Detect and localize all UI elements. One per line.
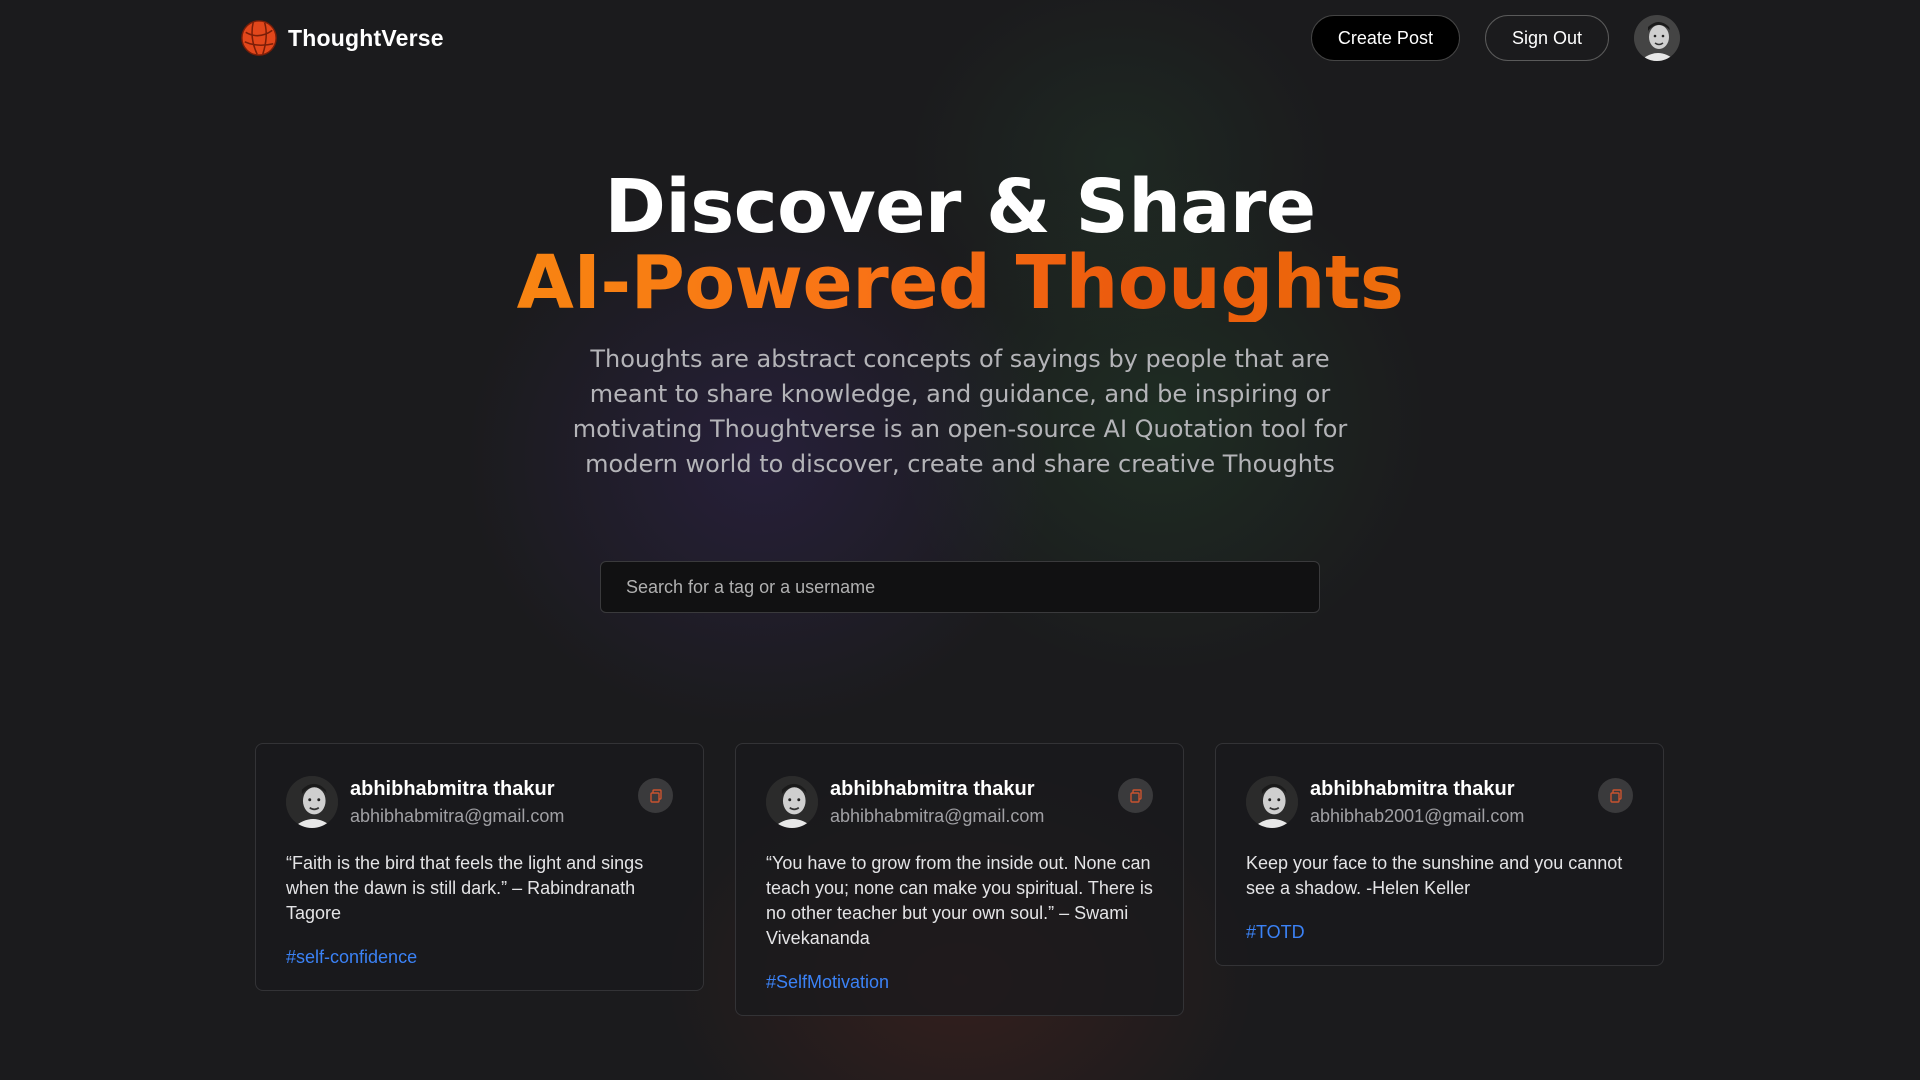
author-email: abhibhabmitra@gmail.com bbox=[350, 806, 565, 826]
hero: Discover & Share AI-Powered Thoughts Tho… bbox=[0, 170, 1920, 482]
author-info[interactable]: abhibhabmitra thakur abhibhabmitra@gmail… bbox=[350, 776, 638, 829]
user-photo-icon bbox=[1634, 15, 1680, 61]
author-avatar[interactable] bbox=[1246, 776, 1298, 828]
post-tag[interactable]: #self-confidence bbox=[286, 947, 417, 968]
brand-name: ThoughtVerse bbox=[288, 24, 444, 51]
post-card-header: abhibhabmitra thakur abhibhabmitra@gmail… bbox=[766, 776, 1153, 829]
post-card-header: abhibhabmitra thakur abhibhab2001@gmail.… bbox=[1246, 776, 1633, 829]
author-name: abhibhabmitra thakur bbox=[830, 778, 1035, 800]
sign-out-button[interactable]: Sign Out bbox=[1484, 15, 1609, 61]
author-info[interactable]: abhibhabmitra thakur abhibhab2001@gmail.… bbox=[1310, 776, 1598, 829]
copy-button[interactable] bbox=[1118, 778, 1153, 813]
author-avatar[interactable] bbox=[766, 776, 818, 828]
search-input[interactable] bbox=[600, 561, 1320, 613]
create-post-button[interactable]: Create Post bbox=[1310, 15, 1460, 61]
hero-title: Discover & Share bbox=[604, 164, 1316, 250]
post-card: abhibhabmitra thakur abhibhabmitra@gmail… bbox=[735, 743, 1184, 1016]
author-info[interactable]: abhibhabmitra thakur abhibhabmitra@gmail… bbox=[830, 776, 1118, 829]
author-name: abhibhabmitra thakur bbox=[1310, 778, 1515, 800]
globe-logo-icon bbox=[241, 20, 277, 56]
post-text: Keep your face to the sunshine and you c… bbox=[1246, 853, 1623, 898]
author-email: abhibhabmitra@gmail.com bbox=[830, 806, 1045, 826]
post-card-header: abhibhabmitra thakur abhibhabmitra@gmail… bbox=[286, 776, 673, 829]
post-text: “Faith is the bird that feels the light … bbox=[286, 853, 644, 923]
post-feed: abhibhabmitra thakur abhibhabmitra@gmail… bbox=[255, 743, 1665, 1016]
copy-icon bbox=[649, 788, 662, 803]
search-form bbox=[600, 561, 1320, 613]
user-photo-icon bbox=[766, 776, 818, 828]
hero-title-highlight: AI-Powered Thoughts bbox=[0, 244, 1920, 322]
post-card: abhibhabmitra thakur abhibhabmitra@gmail… bbox=[255, 743, 704, 991]
user-photo-icon bbox=[1246, 776, 1298, 828]
author-email: abhibhab2001@gmail.com bbox=[1310, 806, 1525, 826]
author-avatar[interactable] bbox=[286, 776, 338, 828]
user-photo-icon bbox=[286, 776, 338, 828]
brand[interactable]: ThoughtVerse bbox=[240, 19, 444, 57]
copy-icon bbox=[1129, 788, 1142, 803]
hero-description: Thoughts are abstract concepts of saying… bbox=[572, 345, 1348, 478]
copy-button[interactable] bbox=[1598, 778, 1633, 813]
post-text: “You have to grow from the inside out. N… bbox=[766, 853, 1153, 948]
top-nav: ThoughtVerse Create Post Sign Out bbox=[240, 14, 1680, 62]
profile-avatar[interactable] bbox=[1634, 15, 1680, 61]
author-name: abhibhabmitra thakur bbox=[350, 778, 555, 800]
copy-button[interactable] bbox=[638, 778, 673, 813]
post-tag[interactable]: #TOTD bbox=[1246, 922, 1305, 943]
page: ThoughtVerse Create Post Sign Out Discov… bbox=[0, 0, 1920, 1080]
post-tag[interactable]: #SelfMotivation bbox=[766, 972, 889, 993]
copy-icon bbox=[1609, 788, 1622, 803]
post-card: abhibhabmitra thakur abhibhab2001@gmail.… bbox=[1215, 743, 1664, 966]
nav-actions: Create Post Sign Out bbox=[1310, 15, 1680, 61]
